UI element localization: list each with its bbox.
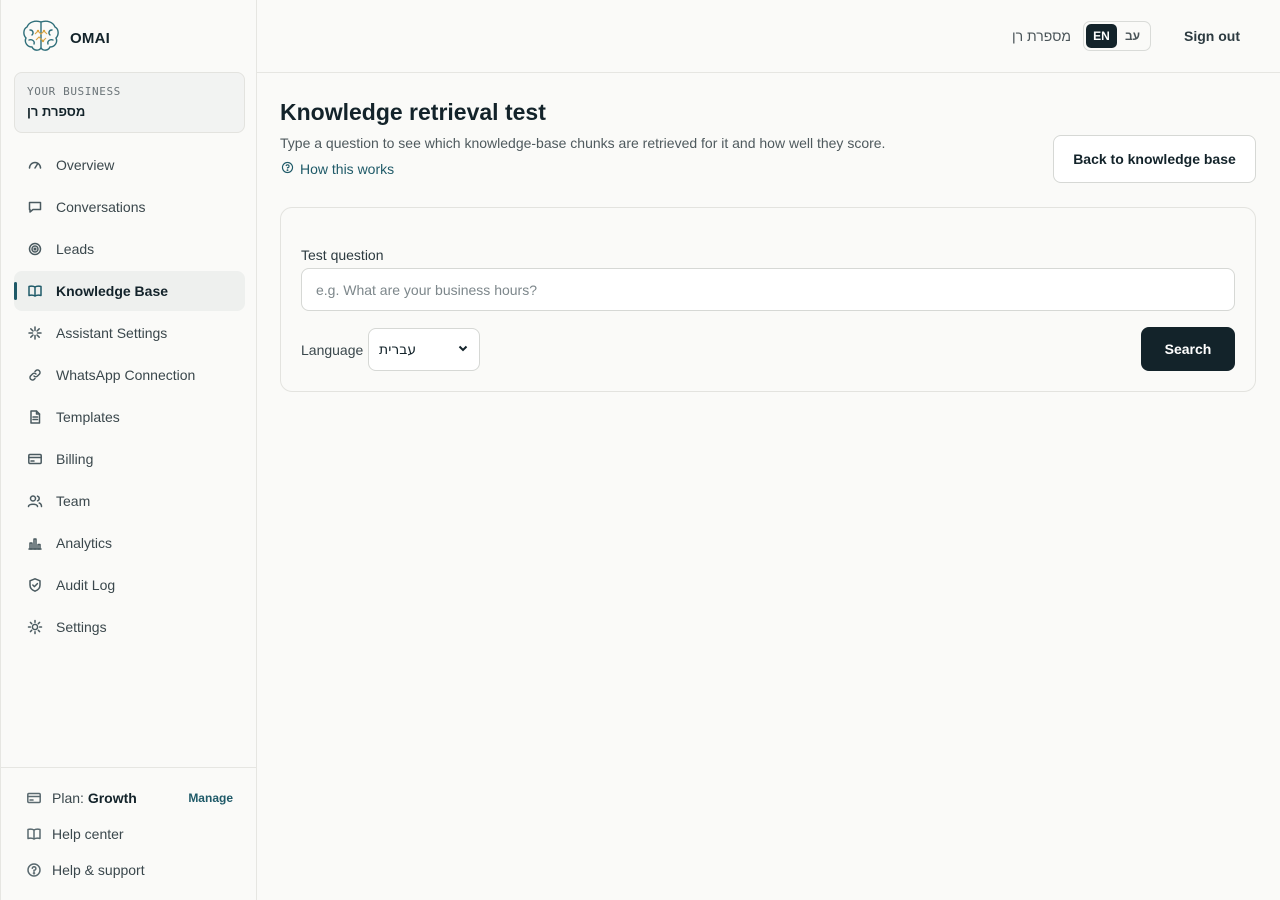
shield-icon [27,577,43,593]
sidebar: OMAI YOUR BUSINESS מספרת רן Overview Con… [0,0,257,900]
users-icon [27,493,43,509]
back-to-knowledge-base-button[interactable]: Back to knowledge base [1053,135,1256,183]
book-icon [27,283,43,299]
plan-row: Plan: Growth Manage [1,780,257,816]
lang-he-button[interactable]: עב [1117,24,1148,48]
gauge-icon [27,157,43,173]
sidebar-item-analytics[interactable]: Analytics [14,523,245,563]
test-question-label: Test question [301,247,384,263]
target-icon [27,241,43,257]
help-support-link[interactable]: Help & support [1,852,257,888]
plan-value: Growth [87,790,137,806]
bar-chart-icon [27,535,43,551]
language-selected-value: עברית [379,341,417,358]
sidebar-item-overview[interactable]: Overview [14,145,245,185]
book-icon [26,826,42,842]
question-circle-icon [26,862,42,878]
retrieval-test-card: Test question Language עברית Search [280,207,1256,392]
sidebar-item-label: WhatsApp Connection [56,367,196,383]
sidebar-item-label: Settings [56,619,107,635]
sidebar-item-label: Overview [56,157,115,173]
language-toggle: EN עב [1083,21,1151,51]
file-icon [27,409,43,425]
test-question-input[interactable] [301,268,1235,311]
sidebar-item-label: Audit Log [56,577,116,593]
header-business-name: מספרת רן [1012,28,1071,44]
sidebar-item-conversations[interactable]: Conversations [14,187,245,227]
sidebar-item-label: Leads [56,241,95,257]
sidebar-item-whatsapp-connection[interactable]: WhatsApp Connection [14,355,245,395]
brand[interactable]: OMAI [21,18,110,59]
sparkle-icon [27,325,43,341]
link-icon [27,367,43,383]
brain-icon [21,18,61,59]
sidebar-item-label: Assistant Settings [56,325,168,341]
sidebar-item-label: Conversations [56,199,146,215]
how-this-works-link[interactable]: How this works [281,161,394,177]
card-icon [26,790,42,806]
language-label: Language [301,342,364,358]
sidebar-item-label: Analytics [56,535,113,551]
sidebar-item-label: Knowledge Base [56,283,169,299]
plan-label: Plan: [52,790,84,806]
sidebar-item-leads[interactable]: Leads [14,229,245,269]
how-this-works-label: How this works [300,161,395,177]
lang-en-button[interactable]: EN [1086,24,1117,48]
manage-plan-link[interactable]: Manage [188,791,233,805]
sidebar-nav: Overview Conversations Leads Knowledge B… [14,145,245,649]
sidebar-item-team[interactable]: Team [14,481,245,521]
sidebar-item-billing[interactable]: Billing [14,439,245,479]
page-title: Knowledge retrieval test [280,99,546,125]
sidebar-item-templates[interactable]: Templates [14,397,245,437]
sign-out-button[interactable]: Sign out [1184,28,1240,44]
brand-name: OMAI [70,30,110,47]
chevron-down-icon [457,342,469,358]
help-support-label: Help & support [52,862,145,878]
sidebar-item-assistant-settings[interactable]: Assistant Settings [14,313,245,353]
search-button[interactable]: Search [1141,327,1235,371]
chat-icon [27,199,43,215]
sidebar-item-label: Team [56,493,91,509]
question-circle-icon [281,161,294,177]
business-card: YOUR BUSINESS מספרת רן [14,72,245,133]
page-subtitle: Type a question to see which knowledge-b… [280,135,886,151]
sun-gear-icon [27,619,43,635]
language-select[interactable]: עברית [368,328,480,371]
sidebar-item-settings[interactable]: Settings [14,607,245,647]
help-center-link[interactable]: Help center [1,816,257,852]
help-center-label: Help center [52,826,124,842]
sidebar-item-audit-log[interactable]: Audit Log [14,565,245,605]
card-icon [27,451,43,467]
sidebar-item-label: Templates [56,409,120,425]
sidebar-item-knowledge-base[interactable]: Knowledge Base [14,271,245,311]
top-header: מספרת רן EN עב Sign out [257,0,1280,73]
business-label: YOUR BUSINESS [27,85,121,98]
sidebar-footer: Plan: Growth Manage Help center Help & s… [1,767,257,888]
business-name: מספרת רן [27,104,86,119]
sidebar-item-label: Billing [56,451,94,467]
plan-text: Plan: Growth [52,790,137,806]
